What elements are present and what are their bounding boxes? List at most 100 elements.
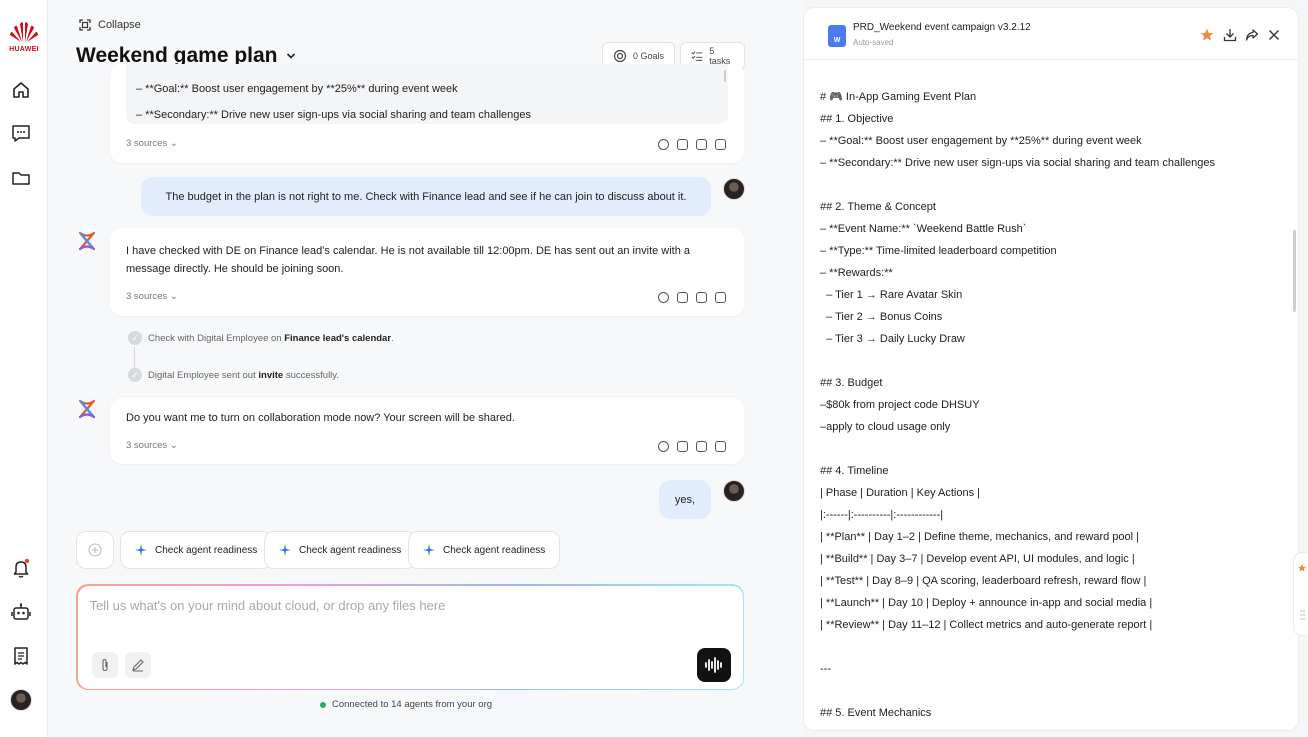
assistant-message-text: I have checked with DE on Finance lead's… (126, 245, 691, 275)
document-scrollbar[interactable] (1293, 230, 1296, 312)
pencil-icon (131, 658, 144, 672)
huawei-flower-icon (9, 20, 39, 44)
composer (76, 584, 744, 690)
close-icon[interactable] (1267, 28, 1281, 42)
assistant-message: – **Goal:** Boost user engagement by **2… (110, 64, 744, 163)
user-avatar (723, 480, 745, 502)
document-panel: W PRD_Weekend event campaign v3.2.12 Aut… (804, 8, 1298, 730)
sparkle-icon (135, 544, 147, 556)
huawei-logo: HUAWEI (6, 20, 42, 53)
thumbs-down-icon[interactable] (715, 292, 726, 303)
document-line: – Tier 2 → Bonus Coins (820, 311, 943, 323)
receipt-icon[interactable] (10, 645, 32, 667)
assistant-message-text: Do you want me to turn on collaboration … (126, 412, 515, 424)
message-actions (658, 292, 726, 303)
voice-input-button[interactable] (696, 647, 731, 682)
document-line: ## 5. Event Mechanics (820, 707, 932, 719)
chat-panel: Collapse Weekend game plan 0 Goals 5 tas… (48, 0, 804, 737)
document-line: – **Rewards:** (820, 267, 893, 279)
thumbs-down-icon[interactable] (715, 441, 726, 452)
chat-icon[interactable] (10, 122, 32, 144)
suggestion-chip[interactable]: Check agent readiness (120, 531, 273, 569)
download-icon[interactable] (1223, 28, 1237, 42)
add-suggestion-button[interactable] (76, 531, 114, 569)
refresh-icon[interactable] (658, 441, 669, 452)
check-icon: ✓ (128, 331, 142, 345)
refresh-icon[interactable] (658, 139, 669, 150)
robot-icon[interactable] (10, 601, 32, 623)
document-title: PRD_Weekend event campaign v3.2.12 (853, 22, 1031, 33)
user-avatar[interactable] (10, 689, 32, 711)
checklist-icon (691, 51, 703, 61)
star-icon[interactable] (1200, 28, 1214, 42)
edit-button[interactable] (124, 651, 151, 678)
document-line: | **Launch** | Day 10 | Deploy + announc… (820, 597, 1153, 609)
suggestion-chip[interactable]: Check agent readiness (264, 531, 417, 569)
step-text: Digital Employee sent out invite success… (148, 369, 339, 381)
user-message: yes, (659, 480, 711, 519)
side-drawer-handle[interactable] (1294, 553, 1308, 635)
autosave-status: Auto-saved (853, 38, 894, 47)
status-dot (320, 701, 326, 708)
copy-icon[interactable] (677, 292, 688, 303)
sparkle-icon (279, 544, 291, 556)
excerpt-scrollbar[interactable] (724, 70, 726, 82)
suggestion-label: Check agent readiness (443, 544, 546, 556)
message-input[interactable] (89, 597, 690, 613)
message-actions (658, 441, 726, 452)
check-icon: ✓ (128, 368, 142, 382)
document-line: ## 1. Objective (820, 113, 894, 125)
sparkle-icon (423, 544, 435, 556)
document-line: | Phase | Duration | Key Actions | (820, 487, 981, 499)
collapse-button[interactable]: Collapse (78, 18, 141, 32)
thumbs-up-icon[interactable] (696, 139, 707, 150)
chevron-down-icon (286, 53, 295, 59)
sources-toggle[interactable]: 3 sources ⌄ (126, 440, 178, 451)
paperclip-icon (101, 658, 108, 671)
thumbs-down-icon[interactable] (715, 139, 726, 150)
folder-icon[interactable] (10, 167, 32, 189)
document-line: –apply to cloud usage only (820, 421, 951, 433)
attach-button[interactable] (91, 651, 118, 678)
user-message-text: yes, (674, 493, 696, 506)
document-line: ## 4. Timeline (820, 465, 889, 477)
copy-icon[interactable] (677, 139, 688, 150)
waveform-icon (704, 656, 722, 673)
suggestion-label: Check agent readiness (155, 544, 258, 556)
document-line: | **Build** | Day 3–7 | Develop event AP… (820, 553, 1135, 565)
sources-toggle[interactable]: 3 sources ⌄ (126, 138, 178, 149)
sources-toggle[interactable]: 3 sources ⌄ (126, 291, 178, 302)
tasks-label: 5 tasks (709, 46, 731, 66)
document-line: – Tier 3 → Daily Lucky Draw (820, 333, 965, 345)
document-header: W PRD_Weekend event campaign v3.2.12 Aut… (804, 8, 1298, 60)
document-line: |:------|:----------|:------------| (820, 509, 944, 521)
notification-bell-icon[interactable] (10, 557, 32, 579)
thumbs-up-icon[interactable] (696, 292, 707, 303)
refresh-icon[interactable] (658, 292, 669, 303)
document-line: --- (820, 663, 831, 675)
share-icon[interactable] (1245, 28, 1259, 42)
thumbs-up-icon[interactable] (696, 441, 707, 452)
assistant-message: I have checked with DE on Finance lead's… (110, 228, 744, 316)
message-actions (658, 139, 726, 150)
suggestion-chip[interactable]: Check agent readiness (408, 531, 561, 569)
document-line: – **Goal:** Boost user engagement by **2… (820, 135, 1142, 147)
home-icon[interactable] (10, 79, 32, 101)
word-doc-icon: W (828, 25, 846, 47)
document-line: # 🎮 In-App Gaming Event Plan (820, 91, 977, 103)
step-text: Check with Digital Employee on Finance l… (148, 332, 394, 344)
brand-name: HUAWEI (9, 46, 39, 53)
document-line: – **Event Name:** `Weekend Battle Rush` (820, 223, 1027, 235)
quoted-plan-excerpt: – **Goal:** Boost user engagement by **2… (126, 64, 728, 124)
document-line: ## 3. Budget (820, 377, 883, 389)
document-line: – **Type:** Time-limited leaderboard com… (820, 245, 1057, 257)
excerpt-line: – **Secondary:** Drive new user sign-ups… (136, 109, 531, 121)
copy-icon[interactable] (677, 441, 688, 452)
step-connector (134, 347, 135, 369)
user-message: The budget in the plan is not right to m… (141, 177, 711, 216)
document-body[interactable]: # 🎮 In-App Gaming Event Plan ## 1. Object… (820, 86, 1280, 724)
plus-circle-icon (88, 543, 102, 557)
